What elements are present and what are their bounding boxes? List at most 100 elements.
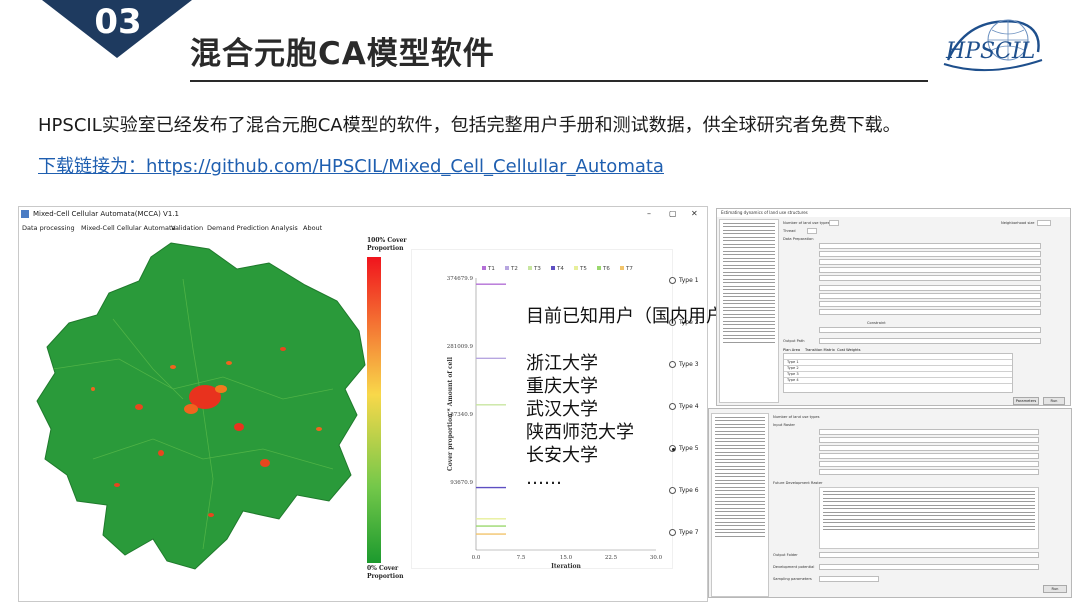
label-sampling: Sampling parameters bbox=[773, 577, 812, 581]
label-output-path: Output Path bbox=[783, 339, 805, 343]
window-titlebar: Mixed-Cell Cellular Automata(MCCA) V1.1 … bbox=[19, 207, 707, 221]
radio-button[interactable] bbox=[669, 361, 676, 368]
menu-bar: Data processing Mixed-Cell Cellular Auto… bbox=[19, 221, 707, 235]
raster-path-6[interactable] bbox=[819, 469, 1039, 475]
university-item: 长安大学 bbox=[526, 445, 598, 466]
label-development-potential: Development potential bbox=[773, 565, 815, 569]
legend-swatch bbox=[505, 266, 509, 270]
label-future-raster: Future Development Raster bbox=[773, 481, 823, 485]
radio-button[interactable] bbox=[669, 277, 676, 284]
section-number: 03 bbox=[94, 2, 142, 42]
x-tick-label: 22.5 bbox=[605, 555, 618, 561]
parameters-button[interactable]: Parameters bbox=[1013, 397, 1039, 405]
legend-swatch bbox=[620, 266, 624, 270]
input-path-2[interactable] bbox=[819, 251, 1041, 257]
land-use-map bbox=[36, 242, 366, 570]
legend-top-line1: 100% Cover bbox=[367, 237, 407, 244]
maximize-icon[interactable]: ▢ bbox=[669, 209, 677, 218]
type-radio-3[interactable]: Type 3 bbox=[669, 361, 699, 368]
university-item: 武汉大学 bbox=[526, 399, 598, 420]
type-label: Type 6 bbox=[679, 487, 699, 494]
menu-validation[interactable]: Validation bbox=[171, 224, 203, 232]
run-button[interactable]: Run bbox=[1043, 585, 1067, 593]
run-button[interactable]: Run bbox=[1043, 397, 1065, 405]
type-label: Type 5 bbox=[679, 445, 699, 452]
download-link[interactable]: 下载链接为：https://github.com/HPSCIL/Mixed_Ce… bbox=[38, 152, 664, 178]
raster-path-1[interactable] bbox=[819, 429, 1039, 435]
radio-button[interactable] bbox=[669, 487, 676, 494]
development-potential-field[interactable] bbox=[819, 564, 1039, 570]
x-tick-label: 0.0 bbox=[472, 555, 481, 561]
input-path-5[interactable] bbox=[819, 275, 1041, 281]
row-type-2: Type 2 bbox=[787, 366, 799, 370]
legend-label: T1 bbox=[487, 266, 495, 272]
transition-matrix-table bbox=[783, 353, 1013, 393]
input-path-7[interactable] bbox=[819, 293, 1041, 299]
university-item: 重庆大学 bbox=[526, 376, 598, 397]
minimize-icon[interactable]: – bbox=[647, 209, 651, 218]
radio-button[interactable] bbox=[669, 529, 676, 536]
type-label: Type 4 bbox=[679, 403, 699, 410]
type-radio-5[interactable]: Type 5 bbox=[669, 445, 699, 452]
raster-path-5[interactable] bbox=[819, 461, 1039, 467]
tab-plan-area[interactable]: Plan Area bbox=[783, 348, 800, 352]
menu-analysis[interactable]: Analysis bbox=[271, 224, 298, 232]
x-tick-label: 15.0 bbox=[560, 555, 573, 561]
cover-proportion-legend bbox=[367, 257, 381, 563]
thread-field[interactable] bbox=[807, 228, 817, 234]
type-radio-1[interactable]: Type 1 bbox=[669, 277, 699, 284]
type-label: Type 1 bbox=[679, 277, 699, 284]
menu-mcca[interactable]: Mixed-Cell Cellular Automata bbox=[81, 224, 175, 232]
raster-path-3[interactable] bbox=[819, 445, 1039, 451]
input-path-9[interactable] bbox=[819, 309, 1041, 315]
input-path-3[interactable] bbox=[819, 259, 1041, 265]
row-type-3: Type 3 bbox=[787, 372, 799, 376]
legend-bottom-line1: 0% Cover bbox=[367, 565, 399, 572]
neighborhood-field[interactable] bbox=[1037, 220, 1051, 226]
radio-button[interactable] bbox=[669, 403, 676, 410]
land-use-types-field[interactable] bbox=[829, 220, 839, 226]
type-radio-4[interactable]: Type 4 bbox=[669, 403, 699, 410]
menu-demand-prediction[interactable]: Demand Prediction bbox=[207, 224, 269, 232]
hpscil-logo: HPSCIL bbox=[943, 19, 1043, 72]
raster-path-2[interactable] bbox=[819, 437, 1039, 443]
legend-top-line2: Proportion bbox=[367, 245, 404, 252]
input-path-6[interactable] bbox=[819, 285, 1041, 291]
row-type-1: Type 1 bbox=[787, 360, 799, 364]
label-land-use-types: Number of land use types bbox=[773, 415, 820, 419]
tab-transition-matrix[interactable]: Transition Matrix bbox=[805, 348, 835, 352]
input-path-4[interactable] bbox=[819, 267, 1041, 273]
legend-label: T3 bbox=[533, 266, 541, 272]
console-log bbox=[719, 219, 779, 403]
raster-path-4[interactable] bbox=[819, 453, 1039, 459]
legend-bottom-line2: Proportion bbox=[367, 573, 404, 580]
label-land-use-types: Number of land use types bbox=[783, 221, 830, 225]
legend-swatch bbox=[574, 266, 578, 270]
label-output-folder: Output Folder bbox=[773, 553, 798, 557]
university-item: 陕西师范大学 bbox=[526, 422, 634, 443]
svg-text:HPSCIL: HPSCIL bbox=[945, 39, 1035, 64]
tab-cost-weights[interactable]: Cost Weights bbox=[837, 348, 861, 352]
output-folder-field[interactable] bbox=[819, 552, 1039, 558]
type-radio-7[interactable]: Type 7 bbox=[669, 529, 699, 536]
menu-data-processing[interactable]: Data processing bbox=[22, 224, 75, 232]
output-path-field[interactable] bbox=[819, 338, 1041, 344]
input-path-1[interactable] bbox=[819, 243, 1041, 249]
legend-label: T4 bbox=[556, 266, 564, 272]
radio-button[interactable] bbox=[669, 445, 676, 452]
university-item: …… bbox=[526, 468, 562, 489]
close-icon[interactable]: ✕ bbox=[691, 209, 698, 218]
menu-about[interactable]: About bbox=[303, 224, 322, 232]
factor-list bbox=[819, 487, 1039, 549]
constraint-field[interactable] bbox=[819, 327, 1041, 333]
label-input-raster: Input Raster bbox=[773, 423, 796, 427]
sampling-field[interactable] bbox=[819, 576, 879, 582]
legend-label: T6 bbox=[602, 266, 610, 272]
university-item: 浙江大学 bbox=[526, 353, 598, 374]
input-path-8[interactable] bbox=[819, 301, 1041, 307]
label-neighborhood: Neighborhood size bbox=[1001, 221, 1035, 225]
label-data-prep: Data Preparation bbox=[783, 237, 814, 241]
y-axis-label: Cover proportion * Amount of cell bbox=[447, 356, 454, 471]
legend-swatch bbox=[551, 266, 555, 270]
type-radio-6[interactable]: Type 6 bbox=[669, 487, 699, 494]
